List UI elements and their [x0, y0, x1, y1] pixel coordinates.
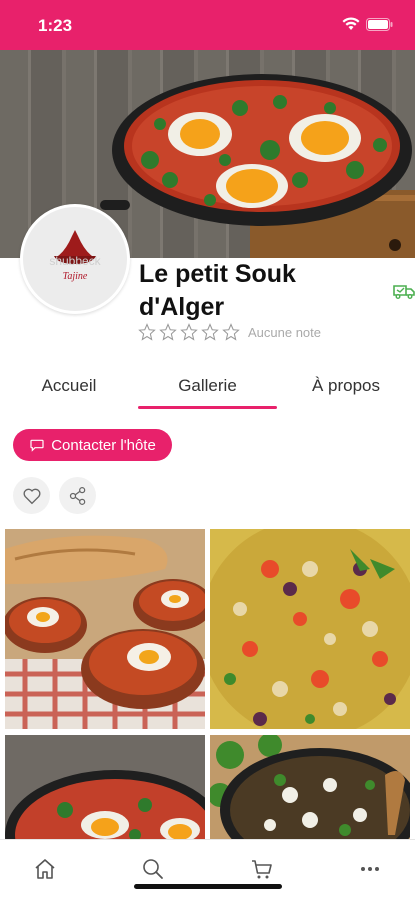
- wifi-icon: [342, 17, 360, 30]
- home-icon: [35, 859, 55, 879]
- logo-text: shubbeck: [49, 254, 101, 268]
- nav-more[interactable]: [356, 855, 384, 883]
- gallery-photo[interactable]: [210, 735, 410, 839]
- shakshuka-bowls-photo: [5, 529, 205, 729]
- couscous-photo: [210, 529, 410, 729]
- star-icon: [222, 323, 240, 341]
- tab-gallerie[interactable]: Gallerie: [138, 376, 277, 396]
- shop-title: Le petit Souk d'Alger: [139, 260, 296, 321]
- delivery-truck-icon[interactable]: [392, 279, 415, 303]
- tab-bar: Accueil Gallerie À propos: [0, 364, 415, 410]
- battery-icon: [366, 17, 393, 31]
- shakshuka-pan-photo: [5, 735, 205, 839]
- status-icons: [342, 17, 393, 31]
- heart-icon: [23, 488, 40, 504]
- shop-logo: shubbeck Tajine: [20, 204, 130, 314]
- chat-bubble-icon: [30, 439, 44, 452]
- logo-subtext: Tajine: [62, 271, 88, 282]
- share-button[interactable]: [59, 477, 96, 514]
- nav-search[interactable]: [139, 855, 167, 883]
- share-icon: [69, 486, 85, 505]
- gallery-photo[interactable]: [5, 735, 205, 839]
- contact-host-label: Contacter l'hôte: [51, 436, 156, 454]
- contact-host-button[interactable]: Contacter l'hôte: [13, 429, 172, 461]
- star-icon: [138, 323, 156, 341]
- status-bar: 1:23: [0, 0, 415, 50]
- nav-home[interactable]: [31, 855, 59, 883]
- star-icon: [159, 323, 177, 341]
- photo-gallery: [5, 529, 410, 839]
- gallery-photo[interactable]: [210, 529, 410, 729]
- rating-text: Aucune note: [248, 324, 322, 340]
- rating: Aucune note: [138, 323, 321, 341]
- bottom-navigation: [0, 839, 415, 900]
- star-icon: [180, 323, 198, 341]
- tab-accueil[interactable]: Accueil: [0, 376, 138, 396]
- favorite-button[interactable]: [13, 477, 50, 514]
- home-indicator: [134, 884, 282, 889]
- nav-cart[interactable]: [248, 855, 276, 883]
- search-icon: [143, 859, 163, 879]
- star-icon: [201, 323, 219, 341]
- vegetable-skillet-photo: [210, 735, 410, 839]
- tab-active-indicator: [138, 406, 277, 409]
- tab-a-propos[interactable]: À propos: [277, 376, 415, 396]
- cart-icon: [252, 860, 272, 879]
- more-dots-icon: [361, 867, 379, 871]
- gallery-photo[interactable]: [5, 529, 205, 729]
- status-time: 1:23: [38, 16, 73, 35]
